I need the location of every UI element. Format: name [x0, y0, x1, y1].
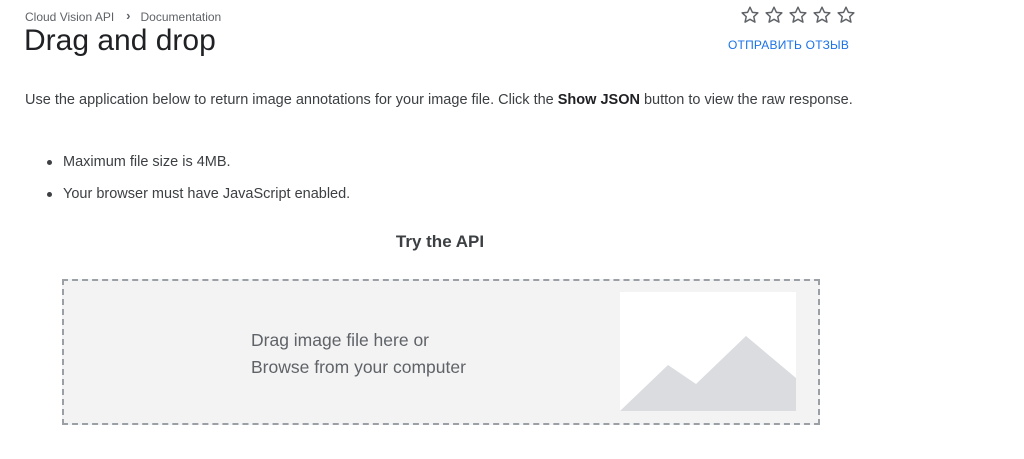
mountain-image-icon	[620, 336, 796, 411]
bullet-dot-icon	[47, 160, 52, 165]
drag-image-text[interactable]: Drag image file here or	[251, 327, 466, 354]
intro-paragraph: Use the application below to return imag…	[25, 88, 865, 112]
star-5-icon[interactable]	[835, 4, 857, 26]
try-api-heading: Try the API	[395, 232, 485, 251]
send-feedback-link[interactable]: ОТПРАВИТЬ ОТЗЫВ	[728, 38, 849, 52]
star-3-icon[interactable]	[787, 4, 809, 26]
breadcrumb-item-cloud-vision-api[interactable]: Cloud Vision API	[25, 10, 114, 24]
breadcrumb: Cloud Vision API › Documentation	[25, 8, 222, 24]
page-title: Drag and drop	[24, 24, 216, 57]
intro-text-after: button to view the raw response.	[639, 92, 853, 108]
breadcrumb-item-documentation[interactable]: Documentation	[141, 10, 222, 24]
page: Cloud Vision API › Documentation Drag an…	[0, 0, 1024, 459]
list-item-text: Maximum file size is 4MB.	[63, 154, 231, 170]
list-item: Your browser must have JavaScript enable…	[25, 182, 350, 206]
star-2-icon[interactable]	[763, 4, 785, 26]
dropzone-instructions: Drag image file here or Browse from your…	[251, 327, 466, 381]
intro-text-before: Use the application below to return imag…	[25, 92, 558, 108]
chevron-right-icon: ›	[126, 8, 131, 23]
browse-computer-link[interactable]: Browse from your computer	[251, 354, 466, 381]
image-dropzone[interactable]: Drag image file here or Browse from your…	[62, 279, 820, 425]
bullet-dot-icon	[47, 192, 52, 197]
star-1-icon[interactable]	[739, 4, 761, 26]
show-json-bold: Show JSON	[557, 92, 640, 108]
requirements-list: Maximum file size is 4MB. Your browser m…	[25, 150, 350, 214]
star-4-icon[interactable]	[811, 4, 833, 26]
image-placeholder-icon	[620, 292, 796, 411]
star-rating	[739, 4, 857, 26]
list-item-text: Your browser must have JavaScript enable…	[63, 186, 351, 202]
list-item: Maximum file size is 4MB.	[25, 150, 350, 174]
